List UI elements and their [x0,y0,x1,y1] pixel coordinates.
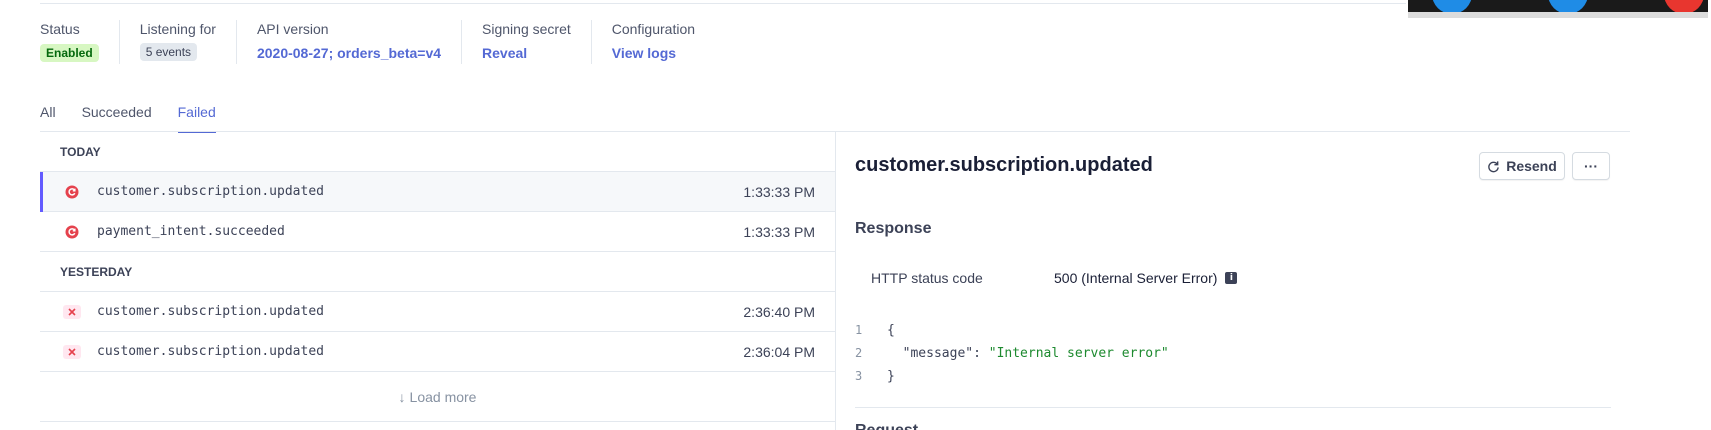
configuration-label: Configuration [611,21,696,37]
code-key: "message": [887,346,989,361]
signing-secret-label: Signing secret [482,21,571,37]
tab-failed[interactable]: Failed [177,103,216,133]
code-text: } [887,369,895,384]
load-more-label: Load more [409,388,477,405]
request-section-title: Request [855,422,918,430]
api-version-column: API version 2020-08-27; orders_beta=v4 [235,20,461,64]
code-string: "Internal server error" [988,346,1169,361]
resend-label: Resend [1506,158,1557,174]
close-icon [63,304,81,319]
event-row[interactable]: customer.subscription.updated 1:33:33 PM [40,172,835,212]
retry-icon [63,185,81,199]
api-version-label: API version [256,21,329,37]
event-time: 1:33:33 PM [743,223,815,240]
overlay-toolbar [1408,12,1708,18]
resend-button[interactable]: Resend [1479,152,1565,180]
line-number: 2 [855,346,863,360]
event-title: customer.subscription.updated [855,154,1153,176]
code-line: 2 "message": "Internal server error" [855,342,1611,365]
more-options-button[interactable]: ··· [1572,152,1610,180]
status-code-label: HTTP status code [871,270,983,286]
stream-overlay [1408,0,1708,18]
signing-secret-column: Signing secret Reveal [461,20,591,64]
code-line: 3 } [855,365,1611,388]
endpoint-summary: Status Enabled Listening for 5 events AP… [40,20,715,64]
tab-all[interactable]: All [40,103,56,133]
reveal-secret-link[interactable]: Reveal [482,44,571,62]
line-number: 1 [855,323,863,337]
section-divider [855,407,1611,408]
top-divider [40,3,1406,4]
configuration-column: Configuration View logs [590,20,715,64]
event-time: 2:36:04 PM [743,343,815,360]
event-row[interactable]: customer.subscription.updated 2:36:04 PM [40,332,835,372]
event-time: 2:36:40 PM [743,303,815,320]
group-header-yesterday: YESTERDAY [40,252,835,292]
line-number: 3 [855,369,863,383]
load-more-button[interactable]: ↓ Load more [40,372,835,422]
tab-succeeded[interactable]: Succeeded [82,103,152,133]
more-icon: ··· [1584,158,1598,174]
arrow-down-icon: ↓ [398,388,406,405]
info-icon[interactable]: i [1225,272,1238,284]
status-badge: Enabled [40,44,99,62]
response-body-code: 1 { 2 "message": "Internal server error"… [855,319,1611,388]
event-row[interactable]: customer.subscription.updated 2:36:40 PM [40,292,835,332]
events-count-badge[interactable]: 5 events [139,43,198,61]
event-name: payment_intent.succeeded [97,224,285,239]
event-time: 1:33:33 PM [743,183,815,200]
status-code-text: 500 (Internal Server Error) [1054,270,1218,286]
close-icon [63,344,81,359]
listening-label: Listening for [139,21,216,37]
retry-icon [63,225,81,239]
refresh-icon [1488,160,1500,172]
code-text: { [887,323,895,338]
view-logs-link[interactable]: View logs [612,44,695,62]
event-name: customer.subscription.updated [97,184,324,199]
code-line: 1 { [855,319,1611,342]
event-filter-tabs: All Succeeded Failed [40,103,242,133]
group-header-today: TODAY [40,132,835,172]
event-list: TODAY customer.subscription.updated 1:33… [40,132,835,422]
event-name: customer.subscription.updated [97,344,324,359]
panel-divider [835,132,836,430]
listening-column: Listening for 5 events [118,20,236,64]
status-column: Status Enabled [40,20,119,64]
status-label: Status [40,21,80,37]
event-name: customer.subscription.updated [97,304,324,319]
status-code-value: 500 (Internal Server Error) i [1054,270,1238,286]
event-row[interactable]: payment_intent.succeeded 1:33:33 PM [40,212,835,252]
api-version-link[interactable]: 2020-08-27; orders_beta=v4 [257,44,441,62]
response-section-title: Response [855,220,932,237]
